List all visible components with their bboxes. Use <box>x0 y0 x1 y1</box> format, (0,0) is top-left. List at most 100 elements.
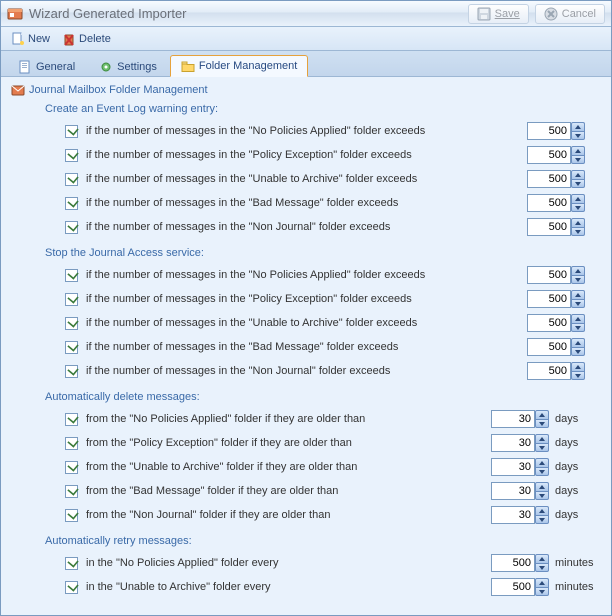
spin-up-button[interactable] <box>535 458 549 467</box>
spin-down-button[interactable] <box>535 443 549 452</box>
spin-input[interactable] <box>527 194 571 212</box>
row-label: if the number of messages in the "Non Jo… <box>86 221 527 233</box>
checkbox[interactable] <box>65 437 78 450</box>
spin-input[interactable] <box>527 266 571 284</box>
spin-up-button[interactable] <box>571 194 585 203</box>
spin-down-button[interactable] <box>571 347 585 356</box>
checkbox[interactable] <box>65 581 78 594</box>
row-label: if the number of messages in the "Policy… <box>86 149 527 161</box>
checkbox[interactable] <box>65 173 78 186</box>
spin-down-button[interactable] <box>571 131 585 140</box>
spin-input[interactable] <box>527 170 571 188</box>
spin-down-button[interactable] <box>571 155 585 164</box>
spin-down-button[interactable] <box>535 419 549 428</box>
spin-up-button[interactable] <box>571 146 585 155</box>
spin-control <box>527 338 585 356</box>
new-button[interactable]: New <box>5 29 56 49</box>
spin-down-button[interactable] <box>535 587 549 596</box>
spin-input[interactable] <box>527 290 571 308</box>
checkbox[interactable] <box>65 485 78 498</box>
spin-input[interactable] <box>527 314 571 332</box>
tab-folder-management[interactable]: Folder Management <box>170 55 308 77</box>
spin-up-button[interactable] <box>571 122 585 131</box>
spin-control <box>491 434 549 452</box>
spin-up-button[interactable] <box>571 314 585 323</box>
option-row: from the "No Policies Applied" folder if… <box>45 407 603 431</box>
option-row: if the number of messages in the "Non Jo… <box>45 359 603 383</box>
option-row: if the number of messages in the "Bad Me… <box>45 191 603 215</box>
spin-down-button[interactable] <box>535 467 549 476</box>
spin-up-button[interactable] <box>535 554 549 563</box>
spin-down-button[interactable] <box>571 275 585 284</box>
spin-up-button[interactable] <box>535 434 549 443</box>
row-label: from the "Unable to Archive" folder if t… <box>86 461 491 473</box>
spin-up-button[interactable] <box>571 290 585 299</box>
tab-settings[interactable]: Settings <box>88 56 168 77</box>
section-eventlog: Create an Event Log warning entry: if th… <box>45 103 603 239</box>
checkbox[interactable] <box>65 509 78 522</box>
checkbox[interactable] <box>65 557 78 570</box>
spin-up-button[interactable] <box>571 362 585 371</box>
spin-down-button[interactable] <box>571 227 585 236</box>
spin-down-button[interactable] <box>535 563 549 572</box>
checkbox[interactable] <box>65 413 78 426</box>
row-label: if the number of messages in the "No Pol… <box>86 125 527 137</box>
spin-input[interactable] <box>491 578 535 596</box>
spin-input[interactable] <box>527 146 571 164</box>
section-stopservice: Stop the Journal Access service: if the … <box>45 247 603 383</box>
spin-up-button[interactable] <box>571 338 585 347</box>
checkbox[interactable] <box>65 341 78 354</box>
spin-up-button[interactable] <box>535 506 549 515</box>
checkbox[interactable] <box>65 269 78 282</box>
spin-input[interactable] <box>527 122 571 140</box>
spin-down-button[interactable] <box>571 179 585 188</box>
spin-down-button[interactable] <box>535 491 549 500</box>
option-row: in the "Unable to Archive" folder everym… <box>45 575 603 599</box>
checkbox[interactable] <box>65 221 78 234</box>
spin-up-button[interactable] <box>571 218 585 227</box>
tabbar: General Settings Folder Management <box>1 51 611 77</box>
checkbox[interactable] <box>65 461 78 474</box>
spin-input[interactable] <box>491 506 535 524</box>
spin-input[interactable] <box>527 218 571 236</box>
spin-up-button[interactable] <box>535 410 549 419</box>
delete-button[interactable]: Delete <box>56 29 117 49</box>
tab-folder-label: Folder Management <box>199 60 297 72</box>
new-icon <box>11 32 25 46</box>
spin-up-button[interactable] <box>535 578 549 587</box>
spin-input[interactable] <box>491 434 535 452</box>
spin-down-button[interactable] <box>571 203 585 212</box>
page-title-row: Journal Mailbox Folder Management <box>11 83 603 97</box>
save-button[interactable]: Save <box>468 4 529 24</box>
save-label: Save <box>495 8 520 20</box>
save-icon <box>477 7 491 21</box>
spin-input[interactable] <box>491 458 535 476</box>
checkbox[interactable] <box>65 149 78 162</box>
spin-down-button[interactable] <box>535 515 549 524</box>
spin-input[interactable] <box>491 410 535 428</box>
spin-down-button[interactable] <box>571 299 585 308</box>
row-label: if the number of messages in the "Bad Me… <box>86 341 527 353</box>
spin-up-button[interactable] <box>571 170 585 179</box>
spin-up-button[interactable] <box>571 266 585 275</box>
spin-control <box>527 122 585 140</box>
spin-input[interactable] <box>491 482 535 500</box>
checkbox[interactable] <box>65 125 78 138</box>
spin-input[interactable] <box>491 554 535 572</box>
spin-control <box>491 482 549 500</box>
spin-control <box>527 194 585 212</box>
spin-up-button[interactable] <box>535 482 549 491</box>
checkbox[interactable] <box>65 293 78 306</box>
row-label: from the "Bad Message" folder if they ar… <box>86 485 491 497</box>
spin-down-button[interactable] <box>571 371 585 380</box>
unit-label: days <box>555 509 603 521</box>
checkbox[interactable] <box>65 317 78 330</box>
spin-input[interactable] <box>527 338 571 356</box>
spin-down-button[interactable] <box>571 323 585 332</box>
cancel-button[interactable]: Cancel <box>535 4 605 24</box>
spin-input[interactable] <box>527 362 571 380</box>
checkbox[interactable] <box>65 197 78 210</box>
tab-general[interactable]: General <box>7 56 86 77</box>
spin-control <box>527 314 585 332</box>
checkbox[interactable] <box>65 365 78 378</box>
